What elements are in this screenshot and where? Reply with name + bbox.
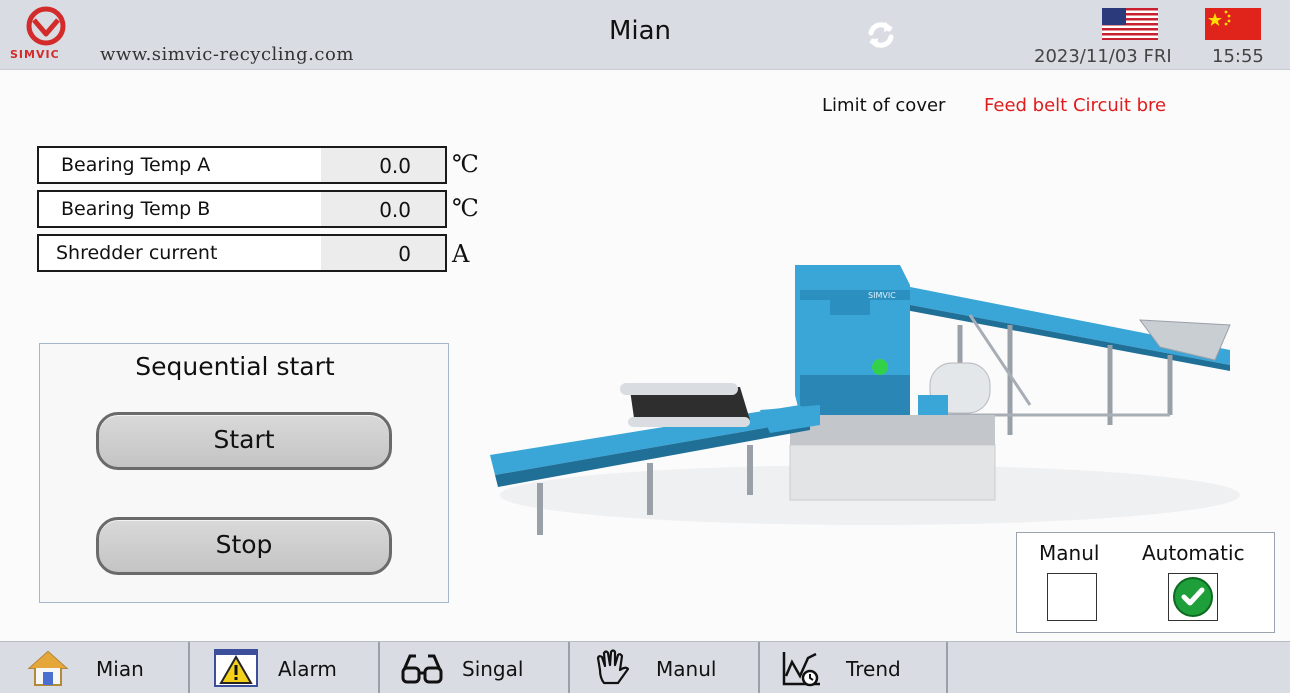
reading-label: Bearing Temp B	[61, 198, 211, 220]
reading-value: 0.0	[379, 154, 411, 178]
reading-label: Shredder current	[56, 242, 218, 264]
reading-value: 0	[398, 242, 411, 266]
ampere-unit: A	[452, 240, 470, 268]
nav-item-trend[interactable]: Trend	[760, 642, 948, 693]
page-title: Mian	[608, 16, 672, 46]
check-icon	[1173, 577, 1213, 617]
header-bar: SIMVIC www.simvic-recycling.com Mian 202…	[0, 0, 1290, 70]
trend-icon	[780, 648, 824, 688]
logo-text: SIMVIC	[10, 48, 60, 61]
nav-label: Mian	[96, 657, 144, 681]
limit-of-cover-label: Limit of cover	[822, 95, 946, 116]
automatic-mode-label: Automatic	[1142, 541, 1245, 565]
nav-label: Alarm	[278, 657, 337, 681]
nav-label: Trend	[846, 657, 901, 681]
svg-text:SIMVIC: SIMVIC	[868, 291, 896, 300]
home-icon	[26, 648, 70, 688]
warning-icon	[214, 648, 258, 688]
nav-item-manual[interactable]: Manul	[570, 642, 760, 693]
bearing-temp-b-field: Bearing Temp B 0.0	[37, 190, 447, 228]
reading-value: 0.0	[379, 198, 411, 222]
alarm-ticker: Feed belt Circuit bre	[984, 95, 1167, 116]
hand-icon	[590, 648, 634, 688]
glasses-icon	[400, 648, 444, 688]
nav-item-alarm[interactable]: Alarm	[190, 642, 380, 693]
chinese-flag-icon[interactable]	[1205, 8, 1261, 40]
manual-mode-checkbox[interactable]	[1047, 573, 1097, 621]
mode-panel: Manul Automatic	[1016, 532, 1275, 633]
sequential-start-panel: Sequential start Start Stop	[39, 343, 449, 603]
nav-label: Manul	[656, 657, 717, 681]
nav-label: Singal	[462, 657, 524, 681]
english-flag-icon[interactable]	[1102, 8, 1158, 40]
sequential-start-title: Sequential start	[135, 352, 335, 381]
company-url: www.simvic-recycling.com	[100, 44, 354, 65]
reading-label: Bearing Temp A	[61, 154, 211, 176]
bottom-nav: Mian Alarm Singal Manul Trend	[0, 641, 1290, 693]
nav-item-main[interactable]: Mian	[0, 642, 190, 693]
date-display: 2023/11/03 FRI	[1034, 46, 1172, 67]
manual-mode-label: Manul	[1039, 541, 1100, 565]
shredder-line-illustration: SIMVIC	[470, 115, 1270, 545]
hmi-screen: SIMVIC www.simvic-recycling.com Mian 202…	[0, 0, 1290, 693]
nav-item-signal[interactable]: Singal	[380, 642, 570, 693]
shredder-current-field: Shredder current 0	[37, 234, 447, 272]
start-button[interactable]: Start	[96, 412, 392, 470]
stop-button[interactable]: Stop	[96, 517, 392, 575]
time-display: 15:55	[1212, 46, 1264, 67]
refresh-icon[interactable]	[864, 18, 898, 52]
bearing-temp-a-field: Bearing Temp A 0.0	[37, 146, 447, 184]
automatic-mode-checkbox[interactable]	[1168, 573, 1218, 621]
